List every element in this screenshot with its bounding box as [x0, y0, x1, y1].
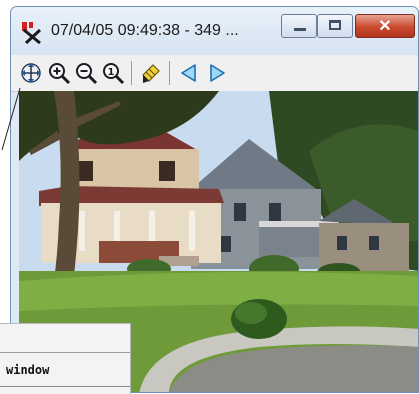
- zoom-1to1-glyph: 1: [108, 67, 115, 78]
- maximize-icon: [329, 20, 341, 30]
- title-bar[interactable]: 07/04/05 09:49:38 - 349 ... ✕: [11, 7, 418, 55]
- close-icon: ✕: [378, 18, 392, 35]
- window-title: 07/04/05 09:49:38 - 349 ...: [51, 22, 239, 39]
- app-icon: [22, 22, 42, 44]
- callout-box: window: [0, 323, 131, 394]
- zoom-1to1-icon[interactable]: 1: [101, 61, 125, 85]
- previous-icon[interactable]: [177, 61, 201, 85]
- callout-divider: [0, 352, 130, 353]
- pan-icon[interactable]: [19, 61, 43, 85]
- minimize-button[interactable]: [281, 14, 317, 38]
- toolbar: 1: [11, 55, 418, 92]
- next-icon[interactable]: [205, 61, 229, 85]
- minimize-icon: [294, 28, 306, 31]
- toolbar-separator: [169, 61, 170, 85]
- highlighter-icon[interactable]: [139, 61, 163, 85]
- callout-label: window: [6, 363, 50, 377]
- callout-bottom-rule: [0, 386, 130, 387]
- maximize-button[interactable]: [317, 14, 353, 38]
- toolbar-separator: [131, 61, 132, 85]
- zoom-out-icon[interactable]: [74, 61, 98, 85]
- close-button[interactable]: ✕: [355, 14, 415, 38]
- zoom-in-icon[interactable]: [47, 61, 71, 85]
